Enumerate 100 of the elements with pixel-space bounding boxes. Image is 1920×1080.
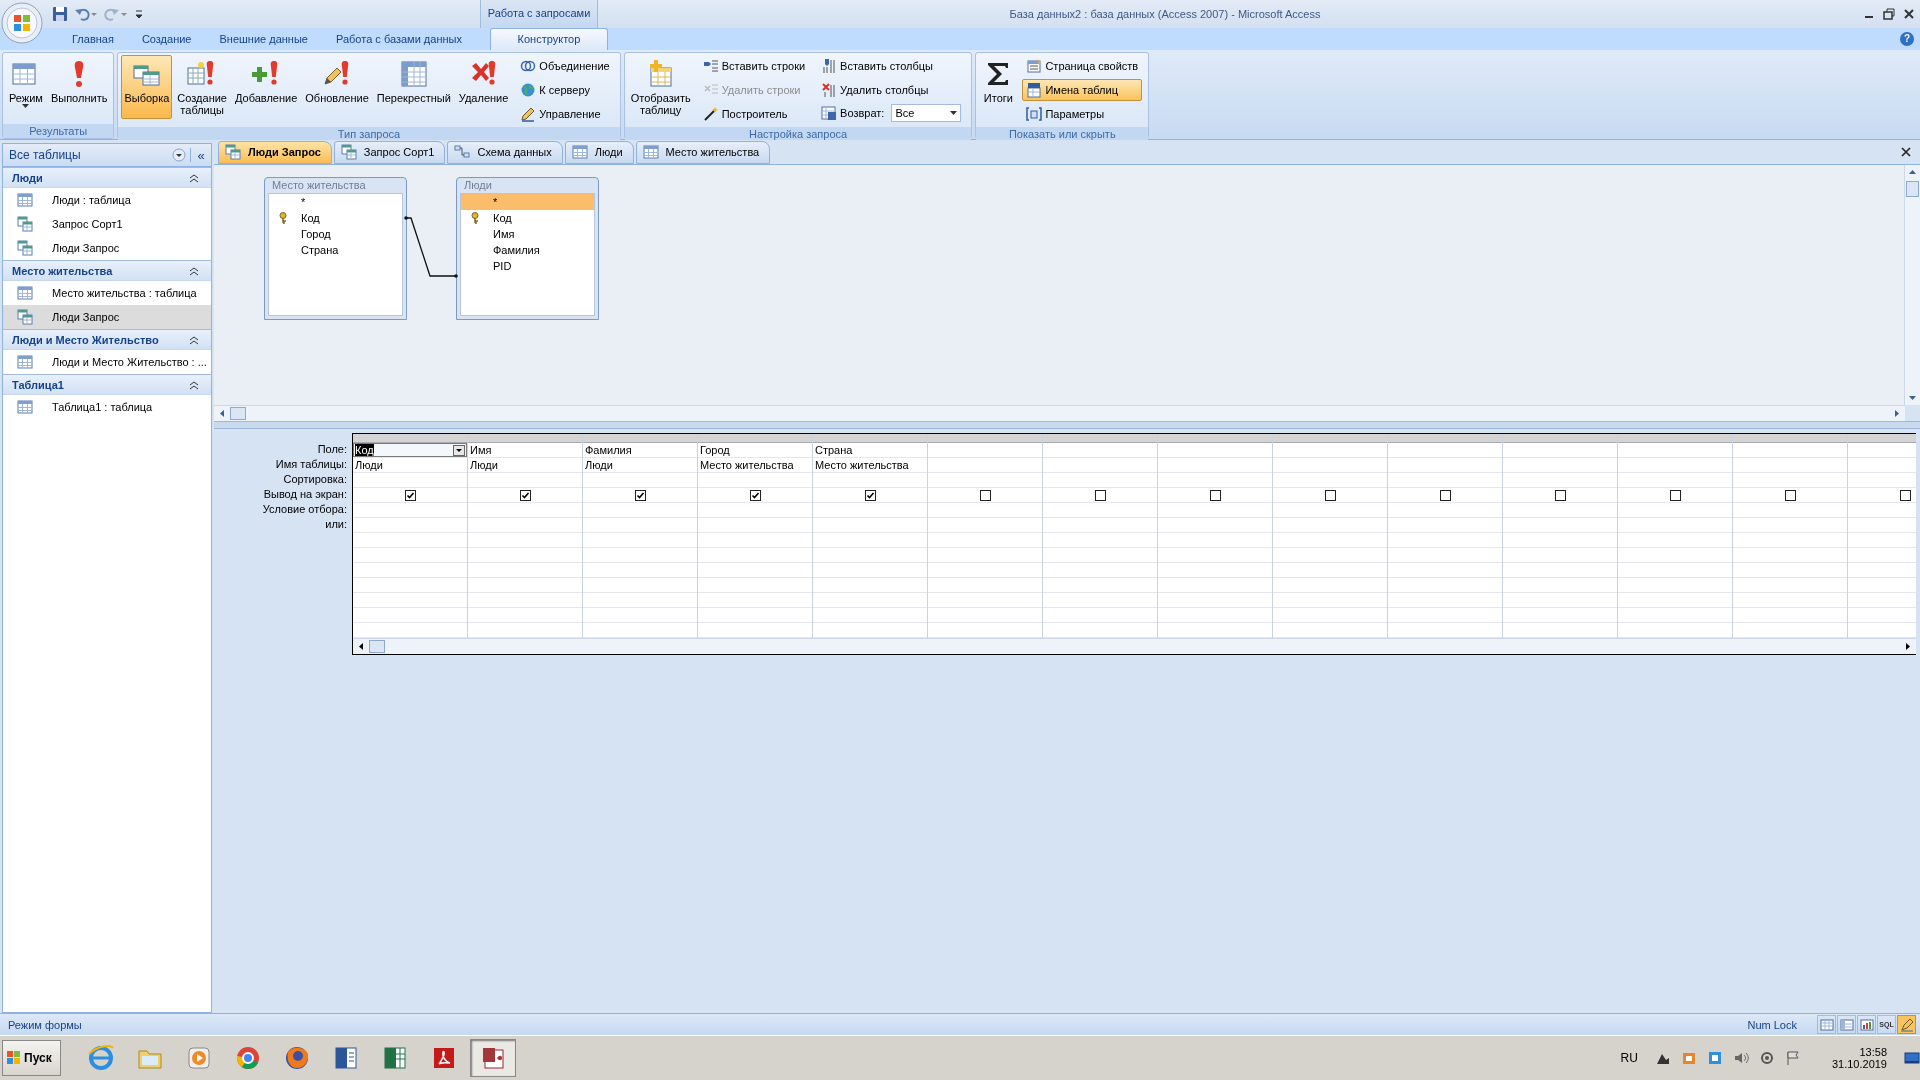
field-item[interactable]: PID (461, 258, 594, 274)
ribbon-button[interactable]: Выполнить (47, 55, 111, 119)
checkbox[interactable] (1554, 489, 1566, 501)
view-button[interactable] (1837, 1015, 1856, 1034)
checked-checkbox[interactable] (519, 489, 531, 501)
checkbox[interactable] (1439, 489, 1451, 501)
language-indicator[interactable]: RU (1620, 1051, 1638, 1065)
checked-checkbox[interactable] (404, 489, 416, 501)
ribbon-tab[interactable]: Главная (58, 29, 128, 50)
checkbox[interactable] (1784, 489, 1796, 501)
scroll-up-icon[interactable] (1909, 170, 1916, 174)
nav-item[interactable]: Люди и Место Жительство : ... (3, 350, 211, 374)
scroll-thumb[interactable] (369, 640, 385, 653)
horizontal-scrollbar[interactable] (214, 405, 1905, 421)
grid-cell[interactable]: Город (698, 443, 812, 458)
checkbox[interactable] (1669, 489, 1681, 501)
ribbon-button[interactable]: Удалить столбцы (817, 79, 966, 101)
ribbon-button[interactable]: Имена таблиц (1022, 79, 1143, 101)
group-header[interactable]: Люди (3, 167, 211, 188)
undo-icon[interactable] (74, 6, 98, 22)
checked-checkbox[interactable] (864, 489, 876, 501)
field-item[interactable]: Код (461, 210, 594, 226)
ribbon-button[interactable]: Удаление (455, 55, 512, 119)
checked-checkbox[interactable] (749, 489, 761, 501)
document-tab[interactable]: Место жительства (635, 140, 771, 164)
view-button[interactable] (1857, 1015, 1876, 1034)
restore-icon[interactable] (1882, 7, 1896, 21)
nav-item[interactable]: Запрос Сорт1 (3, 212, 211, 236)
checkbox[interactable] (1324, 489, 1336, 501)
vertical-scrollbar[interactable] (1904, 165, 1920, 405)
ribbon-button[interactable]: Режим (6, 55, 46, 119)
nav-item[interactable]: Люди Запрос (3, 305, 211, 329)
close-icon[interactable] (1900, 146, 1912, 158)
nav-item[interactable]: Место жительства : таблица (3, 281, 211, 305)
ribbon-button[interactable]: Добавление (232, 55, 301, 119)
group-header[interactable]: Таблица1 (3, 374, 211, 395)
ribbon-button[interactable]: Вставить строки (698, 55, 810, 77)
scroll-thumb[interactable] (1906, 181, 1919, 197)
scroll-thumb[interactable] (230, 407, 246, 420)
nav-item[interactable]: Люди Запрос (3, 236, 211, 260)
return-dropdown[interactable]: Все (891, 104, 962, 122)
grid-cell[interactable]: Имя (468, 443, 582, 458)
ribbon-button[interactable]: Объединение (516, 55, 614, 77)
ribbon-button[interactable]: Отобразить таблицу (627, 55, 694, 119)
document-tab[interactable]: Люди (564, 140, 634, 164)
document-tab[interactable]: Запрос Сорт1 (333, 140, 446, 164)
horizontal-scrollbar[interactable] (353, 638, 1916, 654)
ribbon-button[interactable]: Итоги (979, 55, 1018, 119)
close-icon[interactable] (1902, 7, 1916, 21)
nav-item[interactable]: Люди : таблица (3, 188, 211, 212)
grid-cell[interactable]: Люди (585, 459, 613, 471)
ribbon-button[interactable]: Построитель (698, 103, 810, 125)
field-item[interactable]: Код (269, 210, 402, 226)
document-tab[interactable]: Люди Запрос (218, 140, 332, 164)
grid-cell[interactable]: Страна (813, 443, 927, 458)
grid-cell[interactable]: Код (353, 443, 467, 458)
checkbox[interactable] (1209, 489, 1221, 501)
redo-icon[interactable] (104, 6, 128, 22)
show-desktop-icon[interactable] (1904, 1050, 1920, 1066)
scroll-left-icon[interactable] (359, 643, 363, 650)
help-button[interactable]: ? (1900, 32, 1914, 46)
grid-cell[interactable]: Место жительства (700, 459, 794, 471)
ribbon-button[interactable]: Вставить столбцы (817, 55, 966, 77)
nav-item[interactable]: Таблица1 : таблица (3, 395, 211, 419)
group-header[interactable]: Люди и Место Жительство (3, 329, 211, 350)
checkbox[interactable] (1899, 489, 1911, 501)
ribbon-button[interactable]: Параметры (1022, 103, 1143, 125)
ribbon-tab[interactable]: Работа с базами данных (321, 29, 476, 50)
pane-dropdown[interactable]: Все таблицы (3, 148, 191, 162)
view-button[interactable] (1897, 1015, 1916, 1034)
field-item[interactable]: * (269, 194, 402, 210)
grid-cell[interactable]: Фамилия (583, 443, 697, 458)
speaker-icon[interactable] (1732, 1050, 1749, 1066)
document-tab[interactable]: Схема данных (447, 140, 563, 164)
field-item[interactable]: Город (269, 226, 402, 242)
ribbon-tab[interactable]: Внешние данные (205, 29, 322, 50)
ribbon-button[interactable]: Управление (516, 103, 614, 125)
group-header[interactable]: Место жительства (3, 260, 211, 281)
grid-cell[interactable]: Люди (355, 459, 383, 471)
grid-cell[interactable]: Место жительства (815, 459, 909, 471)
ribbon-button[interactable]: Создание таблицы (174, 55, 230, 119)
grid-cell[interactable]: Люди (470, 459, 498, 471)
flag-icon[interactable] (1784, 1050, 1801, 1066)
scroll-down-icon[interactable] (1909, 396, 1916, 400)
taskbar-button[interactable] (469, 1039, 516, 1077)
save-icon[interactable] (52, 6, 68, 22)
ribbon-button[interactable]: Обновление (302, 55, 372, 119)
clock[interactable]: 13:58 31.10.2019 (1831, 1046, 1887, 1070)
ribbon-tab[interactable]: Конструктор (489, 28, 608, 50)
scroll-right-icon[interactable] (1906, 643, 1910, 650)
ribbon-button[interactable]: Выборка (121, 55, 173, 119)
ribbon-button[interactable]: Страница свойств (1022, 55, 1143, 77)
ribbon-button[interactable]: К серверу (516, 79, 614, 101)
field-item[interactable]: Фамилия (461, 242, 594, 258)
checked-checkbox[interactable] (634, 489, 646, 501)
field-item[interactable]: * (461, 194, 594, 210)
ribbon-button[interactable]: Перекрестный (373, 55, 454, 119)
view-button[interactable] (1817, 1015, 1836, 1034)
collapse-button[interactable]: « (191, 147, 211, 163)
checkbox[interactable] (979, 489, 991, 501)
